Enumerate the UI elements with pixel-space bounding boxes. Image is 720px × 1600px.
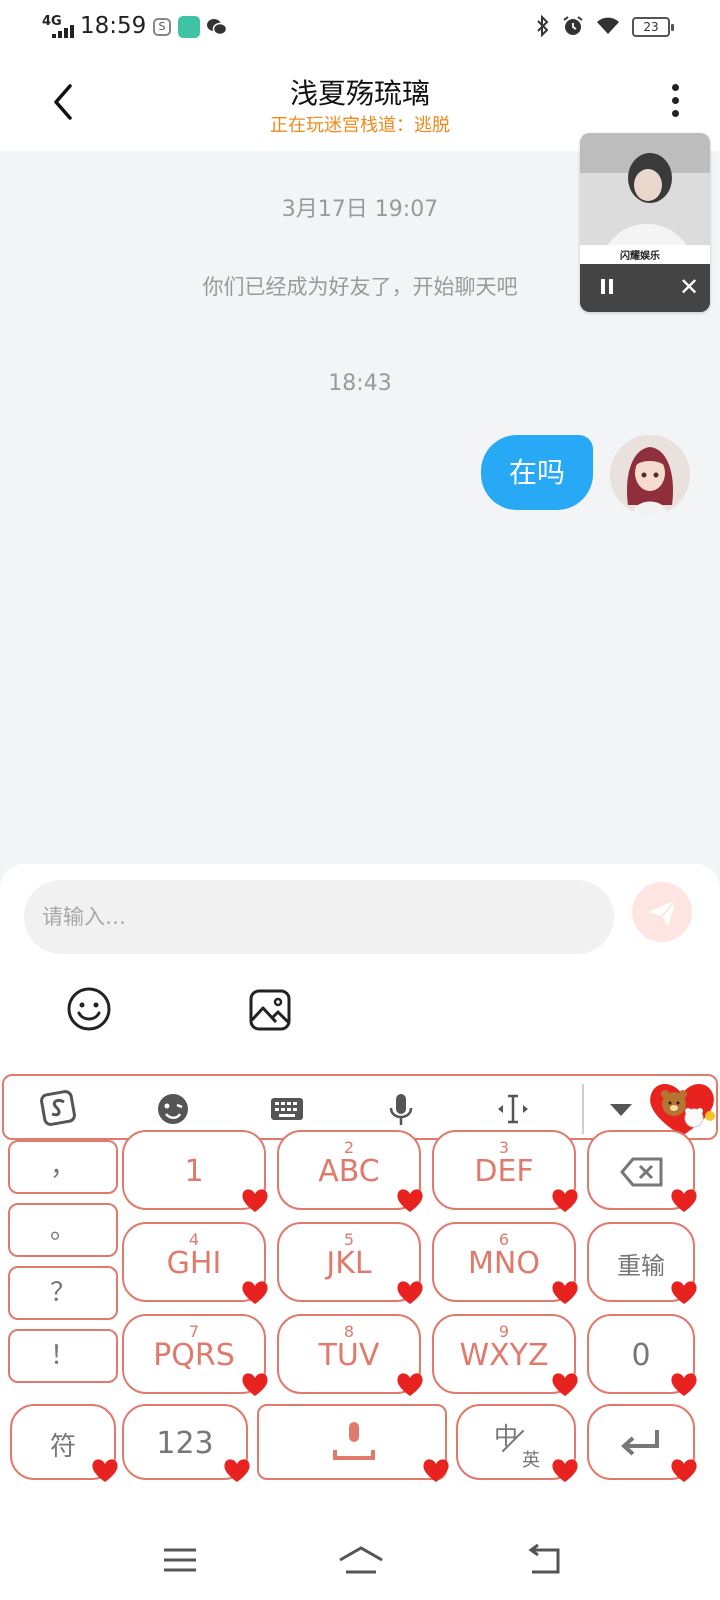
avatar[interactable] (610, 435, 690, 515)
number-mode-key[interactable]: 123 (122, 1404, 250, 1482)
key-1[interactable]: 1 (122, 1130, 268, 1212)
heart-decoration-icon (552, 1189, 578, 1212)
alarm-icon (563, 16, 583, 35)
key-9[interactable]: 9 WXYZ (432, 1314, 578, 1396)
battery-indicator: 23 (632, 17, 674, 37)
heart-decoration-icon (671, 1281, 697, 1304)
key-5[interactable]: 5 JKL (277, 1222, 423, 1304)
back-nav-icon[interactable] (524, 1542, 564, 1578)
keyboard-icon[interactable] (268, 1090, 306, 1128)
key-7[interactable]: 7 PQRS (122, 1314, 268, 1396)
video-watermark: 闪耀娱乐 (620, 251, 660, 262)
punctuation-key-comma[interactable]: ， (8, 1140, 118, 1194)
screen: 4G 18:59 S 23 浅夏殇琉璃 正在玩迷宫栈道：逃脱 3月17日 19:… (0, 0, 720, 1600)
heart-decoration-icon (552, 1459, 578, 1482)
collapse-keyboard-icon[interactable] (602, 1090, 640, 1128)
toolbar-divider (582, 1084, 584, 1134)
heart-decoration-icon (552, 1373, 578, 1396)
punctuation-key-exclamation[interactable]: ！ (8, 1329, 118, 1383)
punctuation-key-period[interactable]: 。 (8, 1203, 118, 1257)
key-8[interactable]: 8 TUV (277, 1314, 423, 1396)
key-4[interactable]: 4 GHI (122, 1222, 268, 1304)
signal-icon (52, 24, 74, 38)
heart-decoration-icon (397, 1281, 423, 1304)
heart-decoration-icon (423, 1459, 449, 1482)
heart-decoration-icon (671, 1189, 697, 1212)
key-6[interactable]: 6 MNO (432, 1222, 578, 1304)
pause-icon[interactable] (598, 276, 616, 298)
cursor-move-icon[interactable] (494, 1090, 532, 1128)
wifi-icon (597, 17, 619, 34)
punctuation-key-question[interactable]: ？ (8, 1266, 118, 1320)
game-app-icon (178, 16, 200, 38)
soul-app-icon: S (153, 18, 171, 36)
video-frame: 闪耀娱乐 (580, 133, 710, 264)
heart-decoration-icon (397, 1189, 423, 1212)
heart-decoration-icon (242, 1373, 268, 1396)
backspace-button[interactable] (587, 1130, 697, 1212)
heart-decoration-icon (671, 1459, 697, 1482)
ime-keyboard: ， 。 ？ ！ 1 2 ABC 3 DEF 4 GHI 5 JKL 6 MNO … (0, 1074, 720, 1520)
key-3[interactable]: 3 DEF (432, 1130, 578, 1212)
send-button[interactable] (632, 882, 692, 942)
timestamp: 18:43 (328, 371, 392, 396)
heart-decoration-icon (397, 1373, 423, 1396)
heart-decoration-icon (671, 1373, 697, 1396)
enter-key[interactable] (587, 1404, 697, 1482)
heart-decoration-icon (92, 1459, 118, 1482)
sogou-logo-icon[interactable] (40, 1090, 78, 1128)
microphone-icon (333, 1422, 375, 1460)
heart-decoration-icon (552, 1281, 578, 1304)
clock: 18:59 (80, 13, 147, 39)
system-nav-bar (0, 1520, 720, 1600)
emoji-icon[interactable] (66, 986, 112, 1032)
home-icon[interactable] (336, 1542, 386, 1578)
emoji-face-icon[interactable] (154, 1090, 192, 1128)
space-voice-key[interactable] (257, 1404, 449, 1482)
more-options-icon[interactable] (668, 84, 682, 124)
video-controls: ✕ (580, 264, 710, 312)
menu-icon[interactable] (160, 1542, 200, 1578)
wechat-icon (206, 16, 228, 38)
bluetooth-icon (537, 15, 549, 37)
heart-decoration-icon (242, 1281, 268, 1304)
message-input[interactable] (24, 880, 614, 954)
heart-decoration-icon (224, 1459, 250, 1482)
status-bar: 4G 18:59 S 23 (0, 0, 720, 56)
enter-icon (620, 1430, 659, 1456)
backspace-icon (620, 1157, 663, 1187)
heart-decoration-icon (242, 1189, 268, 1212)
symbol-key[interactable]: 符 (10, 1404, 118, 1482)
close-icon[interactable]: ✕ (679, 273, 699, 301)
message-bubble[interactable]: 在吗 (481, 435, 593, 510)
composer (0, 864, 720, 1074)
page-title: 浅夏殇琉璃 (289, 77, 430, 110)
key-0[interactable]: 0 (587, 1314, 697, 1396)
key-2[interactable]: 2 ABC (277, 1130, 423, 1212)
language-switch-key[interactable]: 中 英 (456, 1404, 578, 1482)
image-icon[interactable] (248, 988, 292, 1032)
microphone-icon[interactable] (382, 1090, 420, 1128)
reinput-button[interactable]: 重输 (587, 1222, 697, 1304)
floating-video-player[interactable]: 闪耀娱乐 ✕ (580, 133, 710, 312)
